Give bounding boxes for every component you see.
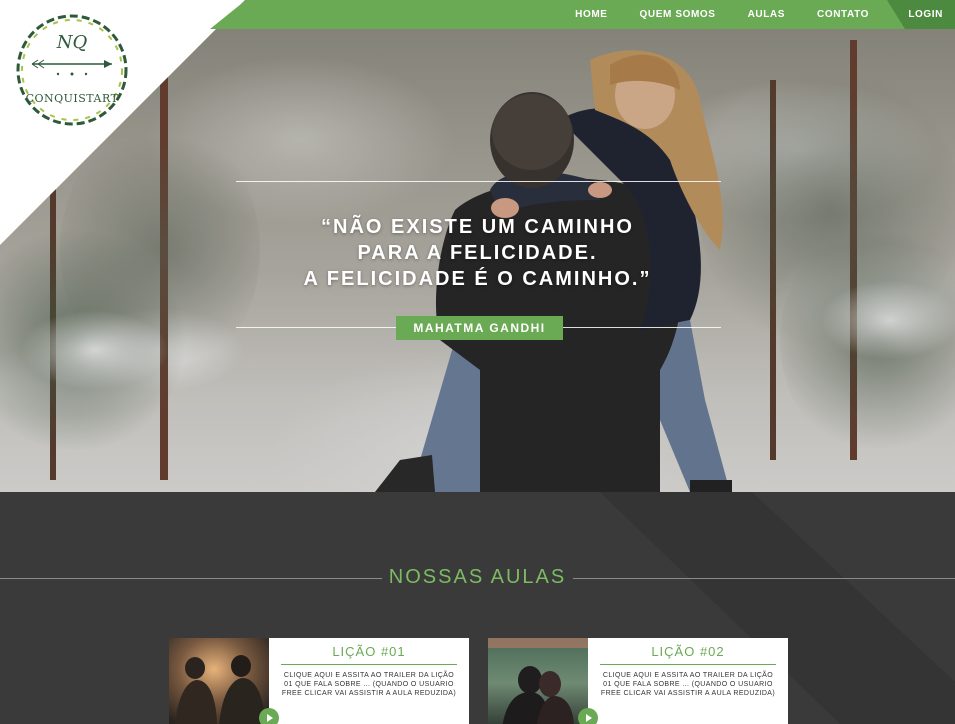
hero-quote: “NÃO EXISTE UM CAMINHO PARA A FELICIDADE…: [250, 214, 705, 292]
logo-name: CONQUISTART: [25, 92, 119, 105]
landing-page: “NÃO EXISTE UM CAMINHO PARA A FELICIDADE…: [0, 0, 955, 724]
nav-home[interactable]: HOME: [575, 9, 607, 20]
quote-line-1: “NÃO EXISTE UM CAMINHO: [321, 216, 634, 238]
quote-line-3: A FELICIDADE É O CAMINHO.”: [303, 268, 652, 290]
logo-wreath-icon[interactable]: [14, 12, 130, 128]
lesson-1-divider: [281, 664, 457, 665]
lesson-2-description: CLIQUE AQUI E ASSITA AO TRAILER DA LIÇÃO…: [600, 672, 776, 697]
play-icon[interactable]: [578, 708, 598, 724]
lesson-1-title: LIÇÃO #01: [332, 644, 406, 659]
quote-rule-top: [236, 181, 721, 182]
quote-line-2: PARA A FELICIDADE.: [357, 242, 598, 264]
lesson-card-2[interactable]: LIÇÃO #02 CLIQUE AQUI E ASSITA AO TRAILE…: [488, 638, 788, 724]
lesson-2-divider: [600, 664, 776, 665]
nav-quem-somos[interactable]: QUEM SOMOS: [640, 9, 716, 20]
quote-author-badge: MAHATMA GANDHI: [396, 316, 563, 340]
play-icon[interactable]: [259, 708, 279, 724]
lesson-1-thumbnail: [169, 638, 269, 724]
nav-aulas[interactable]: AULAS: [748, 9, 785, 20]
lesson-card-1[interactable]: LIÇÃO #01 CLIQUE AQUI E ASSITA AO TRAILE…: [169, 638, 469, 724]
section-title-rule-left: [0, 578, 382, 579]
lesson-2-thumbnail: [488, 638, 588, 724]
lesson-1-body: LIÇÃO #01 CLIQUE AQUI E ASSITA AO TRAILE…: [279, 638, 459, 698]
lesson-1-description: CLIQUE AQUI E ASSITA AO TRAILER DA LIÇÃO…: [281, 672, 457, 697]
nav-contato[interactable]: CONTATO: [817, 9, 869, 20]
lessons-section: NOSSAS AULAS LIÇÃO #01 CLIQUE AQUI E ASS…: [0, 492, 955, 724]
main-nav: HOME QUEM SOMOS AULAS CONTATO: [543, 0, 869, 29]
lesson-2-body: LIÇÃO #02 CLIQUE AQUI E ASSITA AO TRAILE…: [598, 638, 778, 698]
lesson-2-title: LIÇÃO #02: [651, 644, 725, 659]
logo-monogram: NQ: [56, 32, 88, 53]
section-title-rule-right: [573, 578, 955, 579]
section-title: NOSSAS AULAS: [388, 566, 567, 588]
